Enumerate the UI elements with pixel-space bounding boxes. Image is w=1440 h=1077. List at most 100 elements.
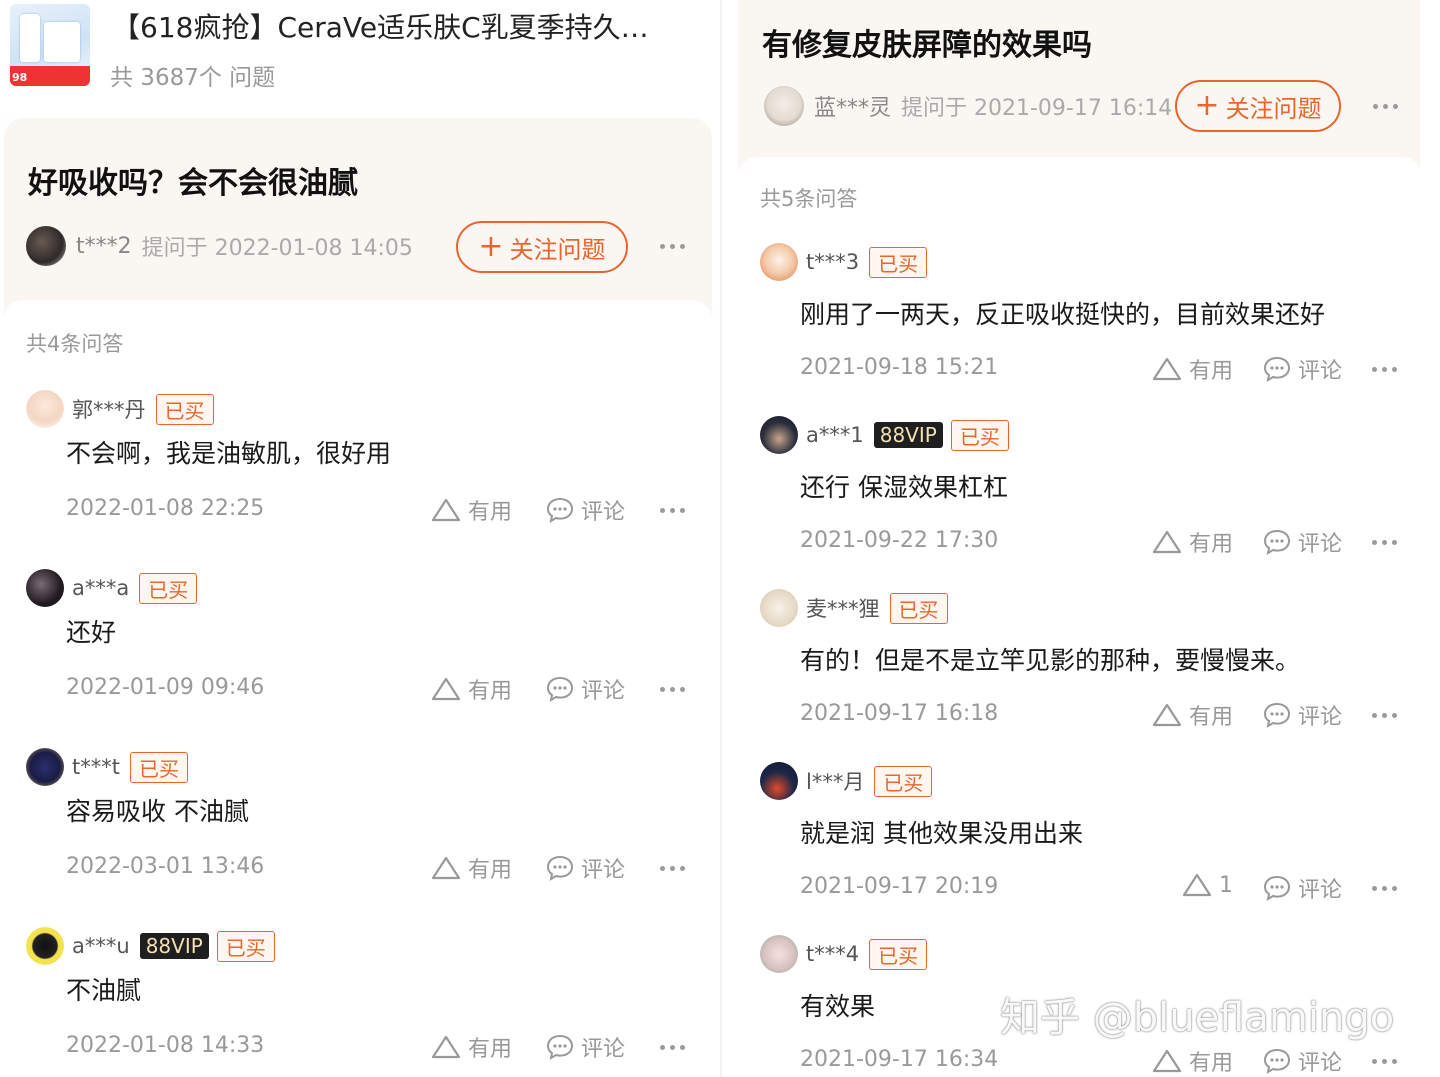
more-icon[interactable] <box>660 687 685 692</box>
useful-label: 有用 <box>468 1037 513 1062</box>
answer-text[interactable]: 有的！但是不是立竿见影的那种，要慢慢来。 <box>800 641 1300 677</box>
useful-triangle-icon <box>430 1034 468 1060</box>
useful-button[interactable]: 有用 <box>430 1031 512 1063</box>
product-thumbnail[interactable]: 98 <box>10 4 90 86</box>
more-icon[interactable] <box>1372 1059 1397 1064</box>
comment-label: 评论 <box>581 1037 626 1062</box>
useful-label: 有用 <box>1189 532 1234 557</box>
product-header[interactable]: 98 【618疯抢】CeraVe适乐肤C乳夏季持久… 共 3687个 问题 <box>0 0 722 118</box>
answer-time: 2021-09-17 16:34 <box>800 1047 999 1072</box>
question-header: 有修复皮肤屏障的效果吗 蓝***灵 提问于 2021-09-17 16:14 +… <box>738 0 1420 170</box>
answer-username[interactable]: a***u <box>72 934 130 958</box>
comment-button[interactable]: 评论 <box>1262 699 1342 731</box>
answer-avatar[interactable] <box>760 243 798 281</box>
answers-card: 共5条问答 t***3 已买 刚用了一两天，反正吸收挺快的，目前效果还好 2021-0… <box>738 157 1422 1077</box>
bought-badge: 已买 <box>889 592 948 624</box>
useful-label: 有用 <box>468 500 513 525</box>
answers-count: 共4条问答 <box>26 332 124 356</box>
answer-username[interactable]: a***a <box>72 576 129 600</box>
answer-text[interactable]: 不会啊，我是油敏肌，很好用 <box>66 434 391 470</box>
comment-button[interactable]: 评论 <box>1262 1045 1342 1077</box>
answer-username[interactable]: a***1 <box>806 423 864 447</box>
comment-bubble-icon <box>1262 874 1298 902</box>
answer-item: a***a 已买 还好 2022-01-09 09:46 有用 评论 <box>4 569 712 749</box>
answer-username[interactable]: 郭***丹 <box>72 394 146 424</box>
asker-avatar[interactable] <box>26 226 66 266</box>
comment-button[interactable]: 评论 <box>1262 526 1342 558</box>
answer-text[interactable]: 还好 <box>66 613 116 649</box>
more-icon[interactable] <box>1372 367 1397 372</box>
follow-question-button[interactable]: + 关注问题 <box>1175 80 1341 132</box>
answers-card: 共4条问答 郭***丹 已买 不会啊，我是油敏肌，很好用 2022-01-08 22:… <box>4 300 712 1077</box>
useful-button[interactable]: 1 <box>1181 872 1233 898</box>
answer-avatar[interactable] <box>760 589 798 627</box>
answer-text[interactable]: 容易吸收 不油腻 <box>66 792 249 828</box>
answer-text[interactable]: 有效果 <box>800 987 875 1023</box>
answer-item: a***u 88VIP 已买 不油腻 2022-01-08 14:33 有用 评论 <box>4 927 712 1077</box>
useful-button[interactable]: 有用 <box>1151 353 1233 385</box>
answer-text[interactable]: 刚用了一两天，反正吸收挺快的，目前效果还好 <box>800 295 1325 331</box>
answer-avatar[interactable] <box>760 762 798 800</box>
answer-avatar[interactable] <box>26 569 64 607</box>
useful-triangle-icon <box>430 855 468 881</box>
useful-button[interactable]: 有用 <box>1151 699 1233 731</box>
useful-button[interactable]: 有用 <box>1151 526 1233 558</box>
comment-label: 评论 <box>1298 532 1343 557</box>
question-title: 有修复皮肤屏障的效果吗 <box>762 28 1092 63</box>
comment-bubble-icon <box>1262 701 1298 729</box>
comment-label: 评论 <box>581 858 626 883</box>
comment-button[interactable]: 评论 <box>545 494 625 526</box>
asker-name[interactable]: 蓝***灵 <box>814 90 891 122</box>
comment-bubble-icon <box>1262 1047 1298 1075</box>
answer-text[interactable]: 还行 保湿效果杠杠 <box>800 468 1008 504</box>
answer-username[interactable]: t***t <box>72 755 120 779</box>
follow-question-button[interactable]: + 关注问题 <box>456 221 628 273</box>
answer-username[interactable]: 麦***狸 <box>806 593 880 623</box>
product-bottle-graphic <box>20 14 40 62</box>
comment-button[interactable]: 评论 <box>545 1031 625 1063</box>
more-icon[interactable] <box>660 1045 685 1050</box>
answer-avatar[interactable] <box>760 416 798 454</box>
comment-button[interactable]: 评论 <box>1262 872 1342 904</box>
useful-triangle-icon <box>1151 529 1189 555</box>
useful-triangle-icon <box>1151 1048 1189 1074</box>
comment-button[interactable]: 评论 <box>545 673 625 705</box>
answer-username[interactable]: t***4 <box>806 942 859 966</box>
more-icon[interactable] <box>1372 886 1397 891</box>
comment-button[interactable]: 评论 <box>1262 353 1342 385</box>
more-icon[interactable] <box>660 508 685 513</box>
product-title[interactable]: 【618疯抢】CeraVe适乐肤C乳夏季持久… <box>112 6 649 46</box>
answer-text[interactable]: 就是润 其他效果没用出来 <box>800 814 1083 850</box>
answer-avatar[interactable] <box>760 935 798 973</box>
asker-name[interactable]: t***2 <box>76 234 132 259</box>
answer-time: 2022-01-08 22:25 <box>66 496 265 521</box>
answer-text[interactable]: 不油腻 <box>66 971 141 1007</box>
more-icon[interactable] <box>1372 713 1397 718</box>
more-icon[interactable] <box>660 866 685 871</box>
answer-username[interactable]: l***月 <box>806 766 864 796</box>
answer-username[interactable]: t***3 <box>806 250 859 274</box>
useful-button[interactable]: 有用 <box>430 673 512 705</box>
useful-button[interactable]: 有用 <box>430 494 512 526</box>
useful-button[interactable]: 有用 <box>1151 1045 1233 1077</box>
answer-avatar[interactable] <box>26 927 64 965</box>
more-icon[interactable] <box>1373 104 1398 109</box>
answer-time: 2021-09-22 17:30 <box>800 528 999 553</box>
answer-avatar[interactable] <box>26 390 64 428</box>
answer-avatar[interactable] <box>26 748 64 786</box>
useful-label: 1 <box>1219 872 1233 898</box>
follow-label: 关注问题 <box>509 235 606 264</box>
comment-button[interactable]: 评论 <box>545 852 625 884</box>
answer-user: 郭***丹 已买 <box>26 390 214 428</box>
comment-label: 评论 <box>581 500 626 525</box>
asker-avatar[interactable] <box>764 86 804 126</box>
price-tag: 98 <box>12 71 28 84</box>
useful-triangle-icon <box>1151 356 1189 382</box>
bought-badge: 已买 <box>216 930 275 962</box>
answer-time: 2021-09-17 16:18 <box>800 701 999 726</box>
more-icon[interactable] <box>660 244 685 249</box>
asked-time: 提问于 2022-01-08 14:05 <box>141 236 413 261</box>
useful-button[interactable]: 有用 <box>430 852 512 884</box>
answer-user: t***3 已买 <box>760 243 928 281</box>
more-icon[interactable] <box>1372 540 1397 545</box>
